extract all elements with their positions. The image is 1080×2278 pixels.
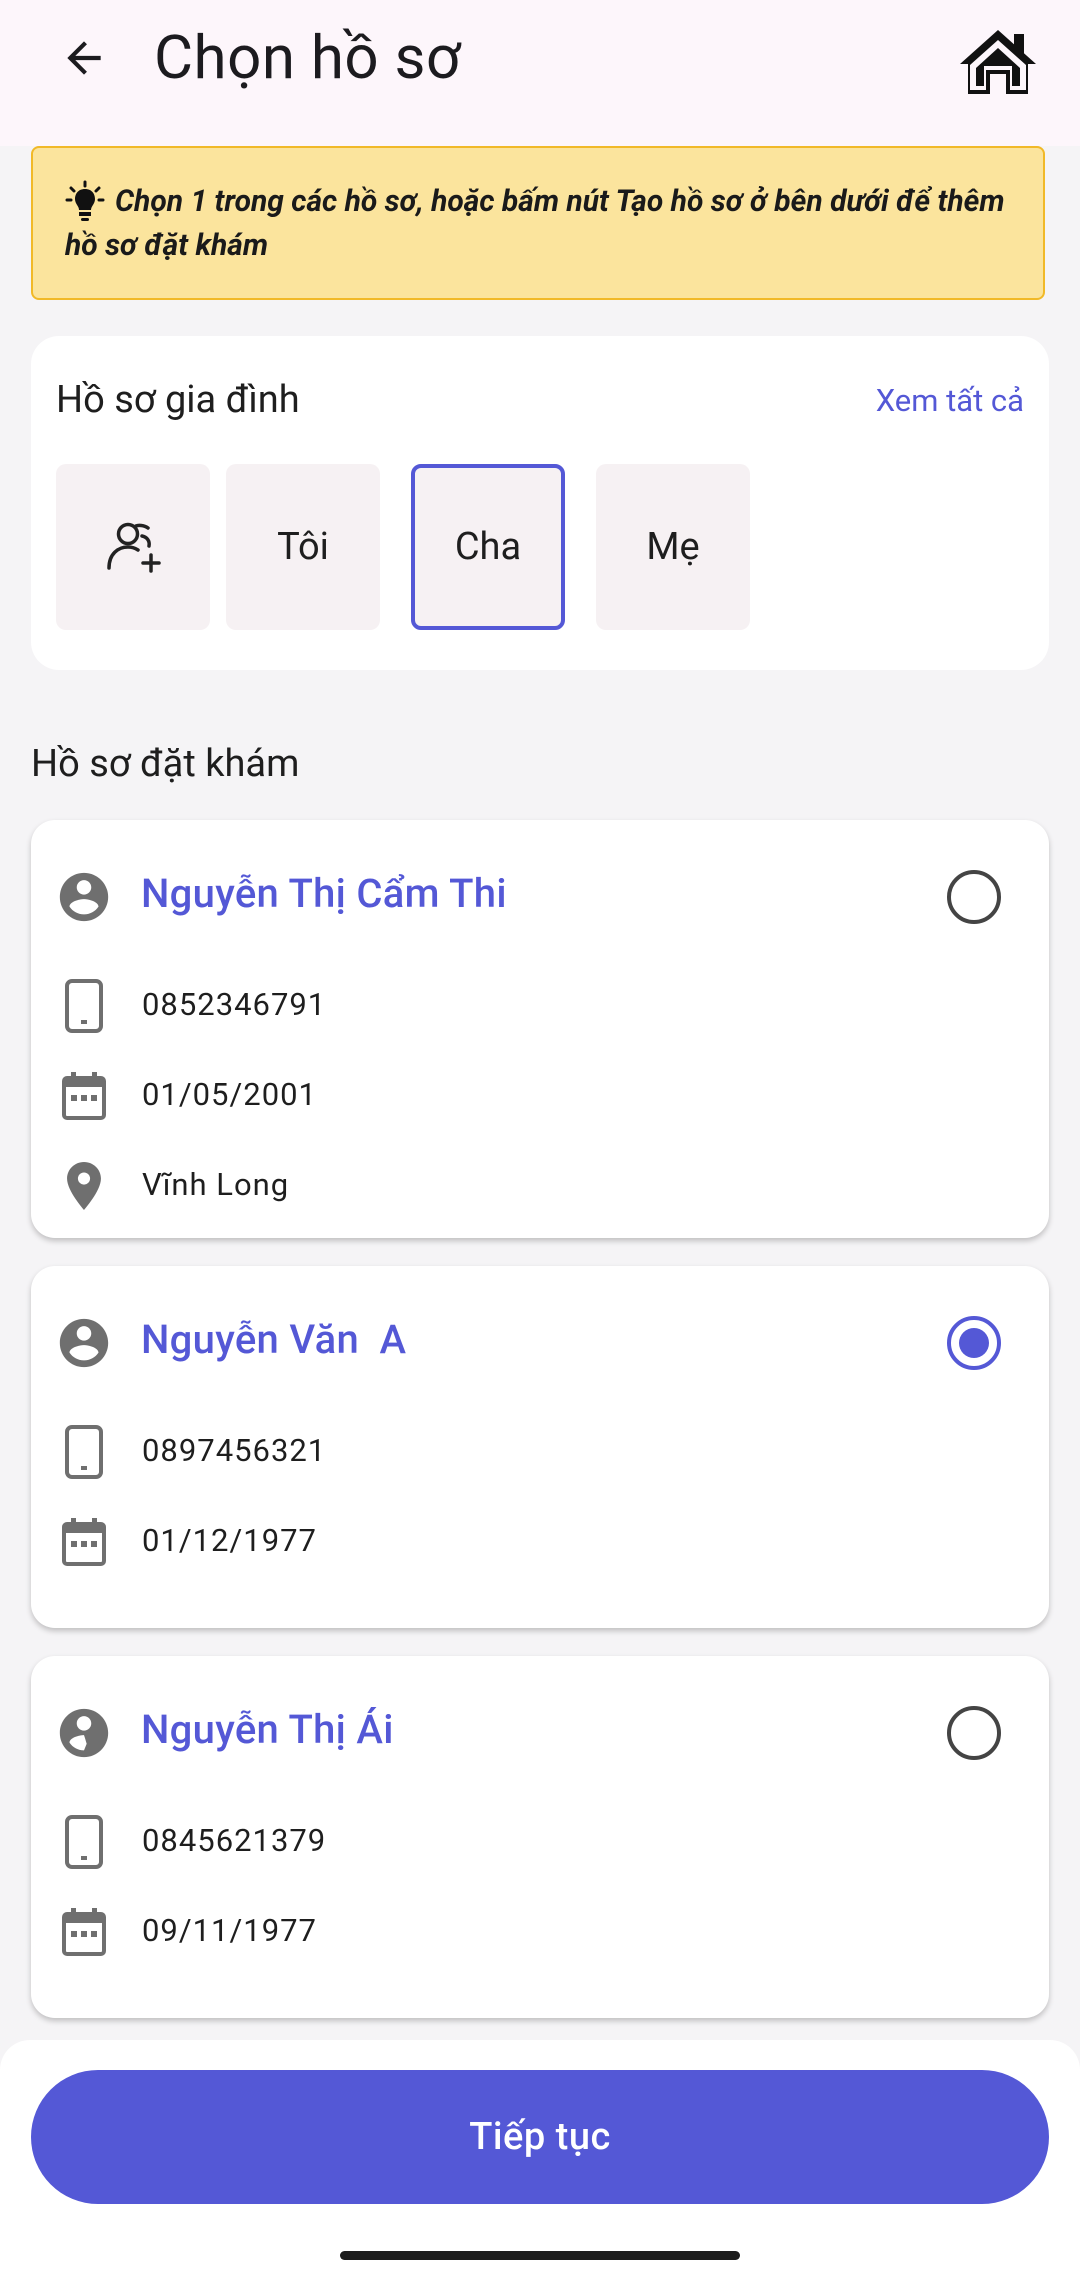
family-title: Hồ sơ gia đình <box>56 378 300 422</box>
tile-toi[interactable]: Tôi <box>226 464 380 630</box>
page-title: Chọn hồ sơ <box>154 22 461 93</box>
dob-row: 01/05/2001 <box>31 1066 1049 1126</box>
app-header: Chọn hồ sơ <box>0 0 1080 146</box>
phone-row: 0845621379 <box>31 1812 1049 1872</box>
see-all-link[interactable]: Xem tất cả <box>876 382 1024 419</box>
user-plus-icon <box>107 522 161 573</box>
tile-cha[interactable]: Cha <box>411 464 565 630</box>
phone-icon <box>65 1425 103 1479</box>
profile-card[interactable]: Nguyễn Văn A 0897456321 01/12/1977 <box>31 1266 1049 1628</box>
profile-card[interactable]: Nguyễn Thị Cẩm Thi 0852346791 01/05/2001… <box>31 820 1049 1238</box>
profile-name: Nguyễn Văn A <box>141 1316 407 1363</box>
location-row: Vĩnh Long <box>31 1156 1049 1216</box>
phone-row: 0897456321 <box>31 1422 1049 1482</box>
dob-text: 09/11/1977 <box>142 1912 317 1949</box>
location-pin-icon <box>67 1162 101 1210</box>
phone-text: 0845621379 <box>142 1822 327 1859</box>
home-icon <box>960 30 1036 94</box>
family-profiles-card: Hồ sơ gia đình Xem tất cả Tôi Cha Mẹ <box>31 336 1049 670</box>
dob-row: 01/12/1977 <box>31 1512 1049 1572</box>
calendar-icon <box>62 1072 106 1120</box>
phone-text: 0897456321 <box>142 1432 327 1469</box>
radio-selected-icon[interactable] <box>946 1315 1002 1371</box>
dob-row: 09/11/1977 <box>31 1902 1049 1962</box>
phone-icon <box>65 1815 103 1869</box>
home-indicator <box>340 2251 740 2260</box>
continue-button[interactable]: Tiếp tục <box>31 2070 1049 2204</box>
calendar-icon <box>62 1908 106 1956</box>
notice-text: Chọn 1 trong các hồ sơ, hoặc bấm nút Tạo… <box>65 184 1005 263</box>
phone-icon <box>65 979 103 1033</box>
home-button[interactable] <box>956 26 1040 98</box>
radio-unselected-icon[interactable] <box>946 1705 1002 1761</box>
account-circle-icon <box>59 1708 109 1758</box>
profile-card[interactable]: Nguyễn Thị Ái 0845621379 09/11/1977 <box>31 1656 1049 2018</box>
radio-unselected-icon[interactable] <box>946 869 1002 925</box>
add-profile-button[interactable] <box>56 464 210 630</box>
booking-profiles-title: Hồ sơ đặt khám <box>31 742 300 786</box>
arrow-left-icon <box>67 41 101 75</box>
account-circle-icon <box>59 1318 109 1368</box>
location-text: Vĩnh Long <box>142 1166 290 1203</box>
account-circle-icon <box>59 872 109 922</box>
profile-name: Nguyễn Thị Cẩm Thi <box>141 870 507 917</box>
calendar-icon <box>62 1518 106 1566</box>
phone-row: 0852346791 <box>31 976 1049 1036</box>
dob-text: 01/05/2001 <box>142 1076 317 1113</box>
info-notice: Chọn 1 trong các hồ sơ, hoặc bấm nút Tạo… <box>31 146 1045 300</box>
dob-text: 01/12/1977 <box>142 1522 317 1559</box>
tile-me[interactable]: Mẹ <box>596 464 750 630</box>
phone-text: 0852346791 <box>142 986 327 1023</box>
back-button[interactable] <box>52 26 116 90</box>
profile-name: Nguyễn Thị Ái <box>141 1706 394 1753</box>
